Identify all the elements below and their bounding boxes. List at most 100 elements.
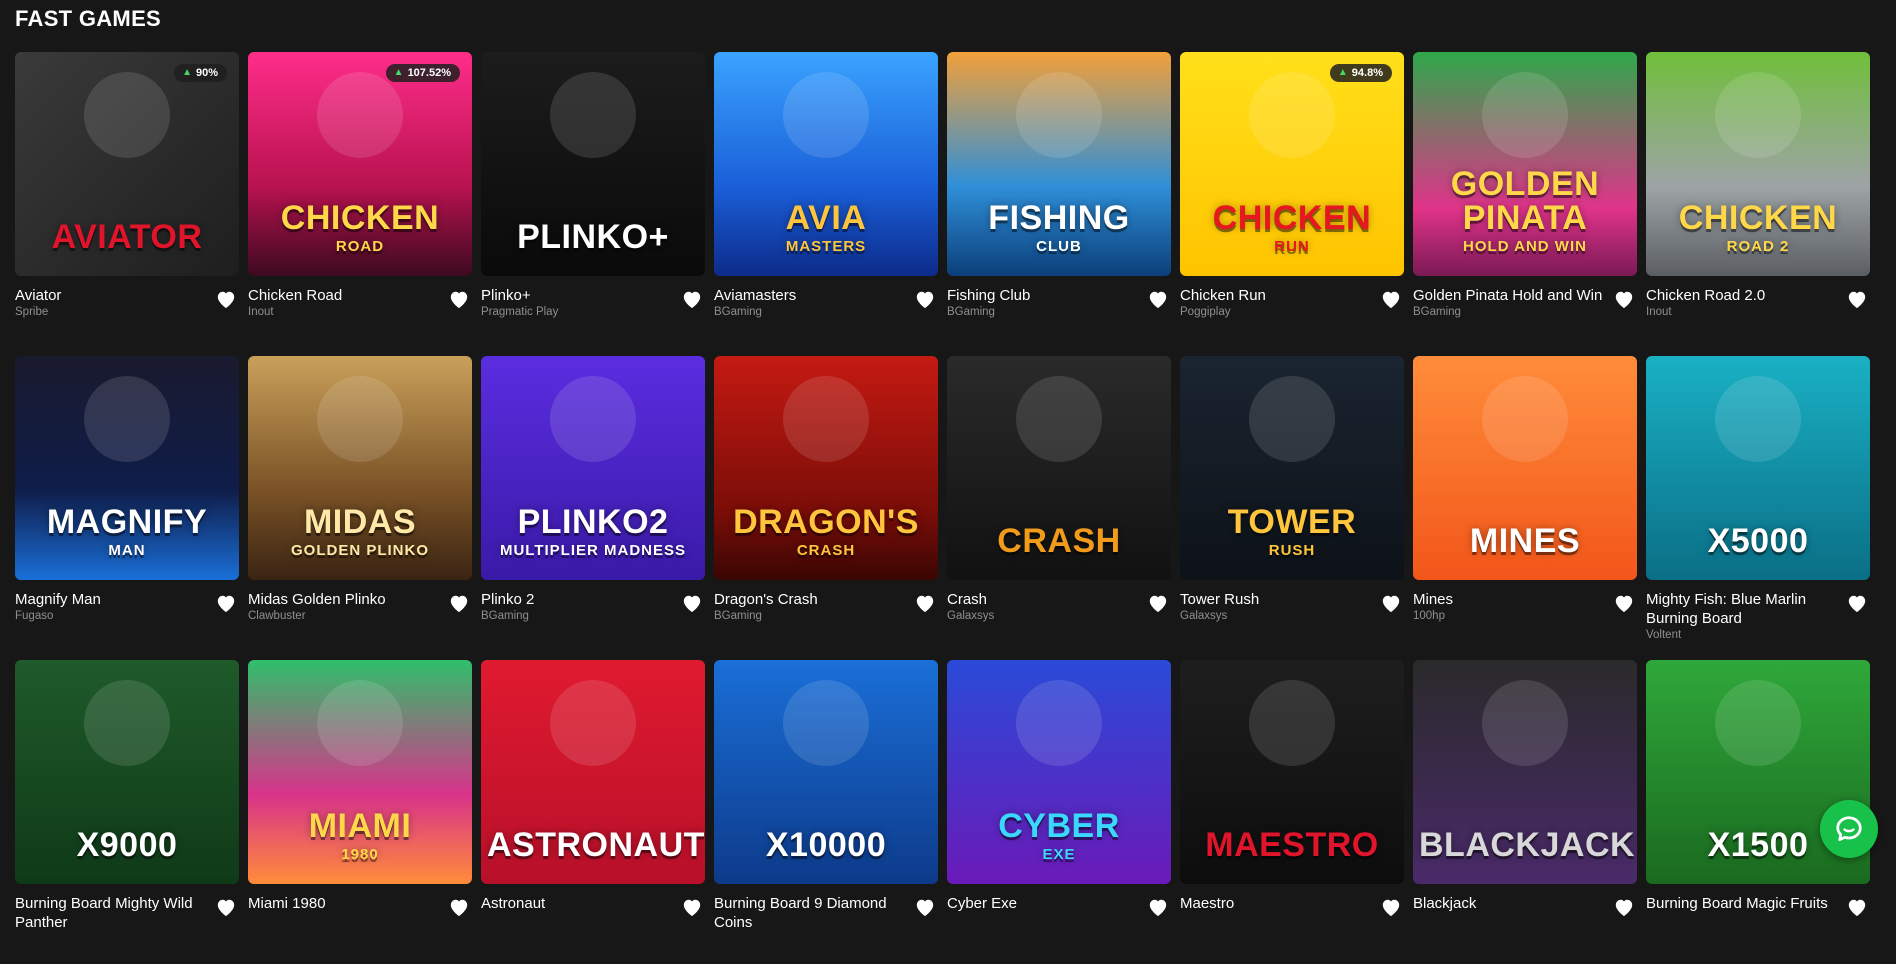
game-name[interactable]: Cyber Exe bbox=[947, 894, 1171, 913]
favorite-button[interactable] bbox=[681, 592, 703, 614]
game-name[interactable]: Plinko 2 bbox=[481, 590, 705, 609]
game-card[interactable]: Astronaut Astronaut bbox=[481, 660, 705, 964]
game-thumbnail[interactable]: AVIA MASTERS bbox=[714, 52, 938, 276]
game-thumbnail[interactable]: x5000 bbox=[1646, 356, 1870, 580]
game-card[interactable]: BLACKJACK Blackjack bbox=[1413, 660, 1637, 964]
game-card[interactable]: MIDAS GOLDEN PLINKO Midas Golden Plinko Cla… bbox=[248, 356, 472, 660]
game-name[interactable]: Miami 1980 bbox=[248, 894, 472, 913]
game-name[interactable]: Burning Board Magic Fruits bbox=[1646, 894, 1870, 913]
favorite-button[interactable] bbox=[914, 896, 936, 918]
game-name[interactable]: Blackjack bbox=[1413, 894, 1637, 913]
game-card[interactable]: CYBER EXE Cyber Exe bbox=[947, 660, 1171, 964]
game-card[interactable]: DRAGON'S CRASH Dragon's Crash BGaming bbox=[714, 356, 938, 660]
game-card[interactable]: CHICKEN ROAD ▲ 107.52% Chicken Road Inout bbox=[248, 52, 472, 356]
game-name[interactable]: Maestro bbox=[1180, 894, 1404, 913]
game-card[interactable]: PLiNKO+ Plinko+ Pragmatic Play bbox=[481, 52, 705, 356]
game-thumbnail[interactable]: x9000 bbox=[15, 660, 239, 884]
game-name[interactable]: Golden Pinata Hold and Win bbox=[1413, 286, 1637, 305]
game-thumbnail[interactable]: PLiNKO+ bbox=[481, 52, 705, 276]
game-thumbnail[interactable]: MINES bbox=[1413, 356, 1637, 580]
live-chat-button[interactable] bbox=[1820, 800, 1878, 858]
heart-icon bbox=[450, 291, 468, 309]
game-name[interactable]: Magnify Man bbox=[15, 590, 239, 609]
game-card[interactable]: CHICKEN RUN ▲ 94.8% Chicken Run Poggiplay bbox=[1180, 52, 1404, 356]
game-thumbnail[interactable]: GOLDEN PINATA HOLD AND WIN bbox=[1413, 52, 1637, 276]
game-name[interactable]: Tower Rush bbox=[1180, 590, 1404, 609]
favorite-button[interactable] bbox=[448, 592, 470, 614]
favorite-button[interactable] bbox=[1147, 592, 1169, 614]
game-thumbnail[interactable]: CYBER EXE bbox=[947, 660, 1171, 884]
game-card[interactable]: Maestro Maestro bbox=[1180, 660, 1404, 964]
favorite-button[interactable] bbox=[1846, 896, 1868, 918]
game-card[interactable]: Aviator ▲ 90% Aviator Spribe bbox=[15, 52, 239, 356]
game-name[interactable]: Midas Golden Plinko bbox=[248, 590, 472, 609]
favorite-button[interactable] bbox=[1380, 592, 1402, 614]
game-card[interactable]: GOLDEN PINATA HOLD AND WIN Golden Pinata H… bbox=[1413, 52, 1637, 356]
game-card[interactable]: MINES Mines 100hp bbox=[1413, 356, 1637, 660]
favorite-button[interactable] bbox=[1613, 288, 1635, 310]
game-card[interactable]: CHICKEN ROAD 2 Chicken Road 2.0 Inout bbox=[1646, 52, 1870, 356]
game-card[interactable]: TOWER RUSH Tower Rush Galaxsys bbox=[1180, 356, 1404, 660]
game-thumbnail[interactable]: MAGNIFY MAN bbox=[15, 356, 239, 580]
game-thumbnail[interactable]: CHICKEN ROAD 2 bbox=[1646, 52, 1870, 276]
favorite-button[interactable] bbox=[448, 288, 470, 310]
game-thumbnail[interactable]: x10000 bbox=[714, 660, 938, 884]
favorite-button[interactable] bbox=[215, 288, 237, 310]
game-name[interactable]: Burning Board 9 Diamond Coins bbox=[714, 894, 938, 932]
favorite-button[interactable] bbox=[914, 592, 936, 614]
game-name[interactable]: Burning Board Mighty Wild Panther bbox=[15, 894, 239, 932]
favorite-button[interactable] bbox=[1846, 592, 1868, 614]
favorite-button[interactable] bbox=[681, 896, 703, 918]
game-thumbnail[interactable]: PLINKO2 MULTIPLIER MADNESS bbox=[481, 356, 705, 580]
game-name[interactable]: Aviamasters bbox=[714, 286, 938, 305]
heart-icon bbox=[1848, 291, 1866, 309]
game-thumbnail[interactable]: DRAGON'S CRASH bbox=[714, 356, 938, 580]
game-name[interactable]: Mines bbox=[1413, 590, 1637, 609]
favorite-button[interactable] bbox=[1613, 896, 1635, 918]
game-thumbnail[interactable]: CHICKEN ROAD ▲ 107.52% bbox=[248, 52, 472, 276]
game-name[interactable]: Dragon's Crash bbox=[714, 590, 938, 609]
favorite-button[interactable] bbox=[681, 288, 703, 310]
favorite-button[interactable] bbox=[448, 896, 470, 918]
favorite-button[interactable] bbox=[1380, 288, 1402, 310]
game-thumbnail[interactable]: BLACKJACK bbox=[1413, 660, 1637, 884]
game-name[interactable]: Chicken Road 2.0 bbox=[1646, 286, 1870, 305]
game-card[interactable]: x10000 Burning Board 9 Diamond Coins bbox=[714, 660, 938, 964]
game-name[interactable]: Chicken Road bbox=[248, 286, 472, 305]
heart-icon bbox=[916, 899, 934, 917]
game-card[interactable]: FISHING CLUB Fishing Club BGaming bbox=[947, 52, 1171, 356]
game-card[interactable]: PLINKO2 MULTIPLIER MADNESS Plinko 2 BGaming bbox=[481, 356, 705, 660]
favorite-button[interactable] bbox=[914, 288, 936, 310]
game-name[interactable]: Chicken Run bbox=[1180, 286, 1404, 305]
favorite-button[interactable] bbox=[1147, 288, 1169, 310]
game-card[interactable]: MAGNIFY MAN Magnify Man Fugaso bbox=[15, 356, 239, 660]
game-thumbnail[interactable]: Maestro bbox=[1180, 660, 1404, 884]
game-name[interactable]: Mighty Fish: Blue Marlin Burning Board bbox=[1646, 590, 1870, 628]
game-thumbnail[interactable]: FISHING CLUB bbox=[947, 52, 1171, 276]
game-provider: Inout bbox=[1646, 306, 1672, 318]
favorite-button[interactable] bbox=[215, 592, 237, 614]
game-card[interactable]: MIAMI 1980 Miami 1980 bbox=[248, 660, 472, 964]
game-name[interactable]: Fishing Club bbox=[947, 286, 1171, 305]
game-thumbnail[interactable]: Astronaut bbox=[481, 660, 705, 884]
favorite-button[interactable] bbox=[1846, 288, 1868, 310]
game-card[interactable]: AVIA MASTERS Aviamasters BGaming bbox=[714, 52, 938, 356]
game-thumbnail[interactable]: CRASH bbox=[947, 356, 1171, 580]
game-card[interactable]: x5000 Mighty Fish: Blue Marlin Burning Bo… bbox=[1646, 356, 1870, 660]
chicken-icon bbox=[317, 71, 403, 158]
game-thumbnail[interactable]: Aviator ▲ 90% bbox=[15, 52, 239, 276]
game-name[interactable]: Crash bbox=[947, 590, 1171, 609]
game-name[interactable]: Plinko+ bbox=[481, 286, 705, 305]
favorite-button[interactable] bbox=[1613, 592, 1635, 614]
favorite-button[interactable] bbox=[1380, 896, 1402, 918]
game-thumbnail[interactable]: MIDAS GOLDEN PLINKO bbox=[248, 356, 472, 580]
game-card[interactable]: x9000 Burning Board Mighty Wild Panther bbox=[15, 660, 239, 964]
game-card[interactable]: CRASH Crash Galaxsys bbox=[947, 356, 1171, 660]
favorite-button[interactable] bbox=[1147, 896, 1169, 918]
game-name[interactable]: Aviator bbox=[15, 286, 239, 305]
game-thumbnail[interactable]: TOWER RUSH bbox=[1180, 356, 1404, 580]
game-name[interactable]: Astronaut bbox=[481, 894, 705, 913]
game-thumbnail[interactable]: CHICKEN RUN ▲ 94.8% bbox=[1180, 52, 1404, 276]
game-thumbnail[interactable]: MIAMI 1980 bbox=[248, 660, 472, 884]
favorite-button[interactable] bbox=[215, 896, 237, 918]
